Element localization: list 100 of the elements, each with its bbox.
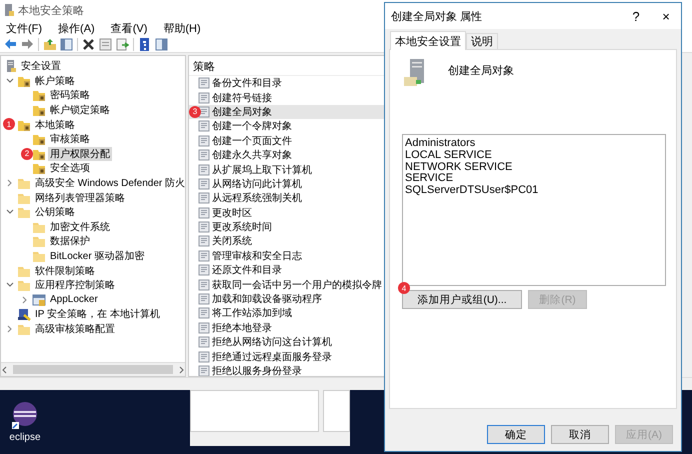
policy-row[interactable]: 创建一个令牌对象 bbox=[189, 119, 385, 134]
policy-icon bbox=[198, 106, 210, 118]
dialog-button[interactable]: 确定 bbox=[487, 425, 545, 444]
policy-row[interactable]: 获取同一会话中另一个用户的模拟令牌 bbox=[189, 277, 385, 292]
tree-item[interactable]: 用户权限分配 bbox=[48, 146, 112, 161]
tree-item[interactable]: 网络列表管理器策略 bbox=[33, 190, 127, 205]
policy-name: 关闭系统 bbox=[212, 234, 252, 248]
menu-item[interactable]: 文件(F) bbox=[6, 21, 42, 36]
tree-item[interactable]: BitLocker 驱动器加密 bbox=[48, 249, 146, 264]
policy-row[interactable]: 创建永久共享对象 bbox=[189, 148, 385, 162]
tree-item[interactable]: 审核策略 bbox=[48, 132, 92, 146]
policy-name: 拒绝以服务身份登录 bbox=[212, 364, 302, 376]
policy-row[interactable]: 从扩展坞上取下计算机 bbox=[189, 162, 385, 177]
horizontal-scrollbar[interactable] bbox=[1, 362, 185, 376]
policy-row[interactable]: 拒绝以服务身份登录 bbox=[189, 364, 385, 376]
policy-row[interactable]: 拒绝通过远程桌面服务登录 bbox=[189, 349, 385, 364]
policy-row[interactable]: 更改系统时间 bbox=[189, 220, 385, 234]
help-icon[interactable] bbox=[138, 38, 151, 51]
list-item[interactable]: SERVICE bbox=[405, 173, 663, 186]
window-lock-icon bbox=[32, 294, 46, 306]
delete-icon[interactable] bbox=[82, 38, 95, 51]
folder-icon bbox=[17, 177, 31, 190]
tree-item[interactable]: AppLocker bbox=[48, 294, 100, 306]
expand-chevron-icon[interactable] bbox=[21, 296, 29, 304]
policy-row[interactable]: 将工作站添加到域 bbox=[189, 306, 385, 321]
policy-icon bbox=[198, 192, 210, 204]
policy-name: 创建符号链接 bbox=[212, 92, 272, 105]
help-button[interactable]: ? bbox=[621, 8, 651, 24]
policy-row[interactable]: 更改时区 bbox=[189, 206, 385, 220]
policy-heading: 创建全局对象 bbox=[448, 64, 514, 78]
tree-item[interactable]: 安全选项 bbox=[48, 161, 92, 176]
tree-item[interactable]: 高级审核策略配置 bbox=[33, 322, 117, 336]
collapse-chevron-icon[interactable] bbox=[6, 208, 14, 216]
policy-name: 拒绝通过远程桌面服务登录 bbox=[212, 350, 332, 364]
folder-icon bbox=[17, 264, 31, 277]
menu-item[interactable]: 查看(V) bbox=[110, 21, 148, 36]
policy-icon bbox=[198, 250, 210, 262]
up-folder-icon[interactable] bbox=[43, 38, 56, 51]
add-button[interactable]: 添加用户或组(U)... bbox=[402, 290, 522, 309]
locked-folder-icon bbox=[32, 148, 46, 160]
list-item[interactable]: SQLServerDTSUser$PC01 bbox=[405, 185, 663, 197]
export-icon[interactable] bbox=[116, 38, 129, 51]
menu-item[interactable]: 帮助(H) bbox=[163, 21, 201, 36]
policy-name: 创建全局对象 bbox=[212, 106, 272, 119]
scroll-left-icon bbox=[1, 366, 9, 374]
tree-item[interactable]: 安全设置 bbox=[19, 59, 63, 74]
policy-row[interactable]: 从网络访问此计算机 bbox=[189, 176, 385, 192]
forward-icon[interactable] bbox=[21, 38, 34, 51]
tree-item[interactable]: 高级安全 Windows Defender 防火 bbox=[33, 176, 185, 190]
collapse-chevron-icon[interactable] bbox=[6, 76, 14, 85]
policy-row[interactable]: 关闭系统 bbox=[189, 234, 385, 249]
policy-row[interactable]: 创建一个页面文件 bbox=[189, 134, 385, 148]
tree-item[interactable]: 帐户锁定策略 bbox=[48, 103, 112, 118]
policy-name: 将工作站添加到域 bbox=[212, 306, 292, 320]
tree-item[interactable]: 应用程序控制策略 bbox=[33, 278, 117, 292]
tree-item[interactable]: 本地策略 bbox=[33, 118, 77, 132]
dialog-button[interactable]: 取消 bbox=[551, 425, 609, 444]
policy-name: 从扩展坞上取下计算机 bbox=[212, 164, 312, 177]
properties-icon[interactable] bbox=[99, 38, 112, 51]
tab[interactable]: 说明 bbox=[466, 33, 498, 49]
step-badge: 2 bbox=[21, 148, 33, 160]
policy-row[interactable]: 管理审核和安全日志 bbox=[189, 248, 385, 264]
policy-row[interactable]: 还原文件和目录 bbox=[189, 263, 385, 278]
members-list[interactable]: Administrators LOCAL SERVICE NETWORK SERVICE SERVICE SQLServerDTSUser$PC01 bbox=[402, 134, 666, 286]
policy-icon bbox=[198, 264, 210, 276]
list-item[interactable]: Administrators bbox=[405, 138, 663, 150]
dialog-title: 创建全局对象 属性 bbox=[391, 10, 484, 24]
policy-row[interactable]: 创建符号链接 bbox=[189, 90, 385, 105]
desktop-icon-label[interactable]: eclipse bbox=[9, 432, 41, 443]
tree-item[interactable]: 数据保护 bbox=[48, 234, 92, 248]
tree-item[interactable]: 加密文件系统 bbox=[48, 220, 112, 234]
menu-item[interactable]: 操作(A) bbox=[58, 21, 95, 36]
list-item[interactable]: NETWORK SERVICE bbox=[405, 162, 663, 174]
console-tree-icon[interactable] bbox=[60, 38, 73, 51]
tab[interactable]: 本地安全设置 bbox=[390, 31, 466, 50]
policy-row[interactable]: 从远程系统强制关机 bbox=[189, 191, 385, 206]
expand-chevron-icon[interactable] bbox=[6, 324, 14, 333]
folder-icon bbox=[32, 235, 46, 248]
tree-item[interactable]: 软件限制策略 bbox=[33, 264, 97, 278]
policy-icon bbox=[198, 322, 210, 334]
back-icon[interactable] bbox=[4, 38, 17, 51]
policy-row[interactable]: 加载和卸载设备驱动程序 bbox=[189, 292, 385, 306]
show-pane-icon[interactable] bbox=[155, 38, 168, 51]
expand-chevron-icon[interactable] bbox=[6, 179, 14, 188]
scroll-right-icon bbox=[177, 366, 185, 374]
close-button[interactable]: × bbox=[651, 8, 681, 24]
list-item[interactable]: LOCAL SERVICE bbox=[405, 150, 663, 162]
tree-item[interactable]: 公钥策略 bbox=[33, 205, 77, 220]
tree-item[interactable]: IP 安全策略，在 本地计算机 bbox=[33, 307, 162, 322]
policy-name: 创建一个页面文件 bbox=[212, 134, 292, 148]
policy-row[interactable]: 3 创建全局对象 bbox=[189, 104, 385, 120]
server-icon bbox=[5, 59, 17, 74]
policy-row[interactable]: 拒绝从网络访问这台计算机 bbox=[189, 335, 385, 350]
policy-icon bbox=[198, 350, 210, 363]
collapse-chevron-icon[interactable] bbox=[6, 281, 14, 290]
folder-icon bbox=[17, 206, 31, 218]
policy-row[interactable]: 备份文件和目录 bbox=[189, 76, 385, 90]
tree-item[interactable]: 帐户策略 bbox=[33, 74, 77, 88]
policy-row[interactable]: 拒绝本地登录 bbox=[189, 320, 385, 336]
tree-item[interactable]: 密码策略 bbox=[48, 88, 92, 102]
